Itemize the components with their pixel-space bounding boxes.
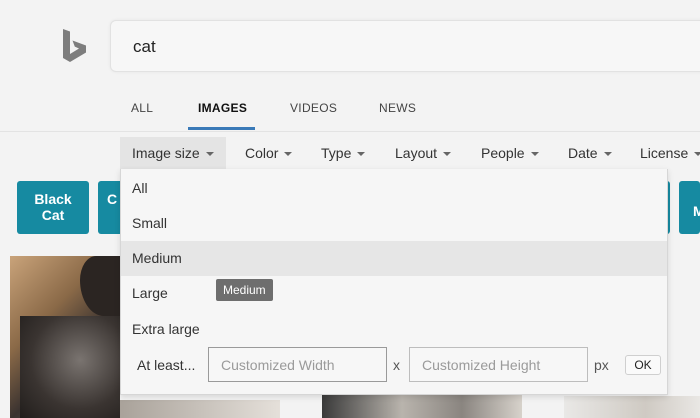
filter-label: Image size [132, 145, 200, 161]
size-option-small[interactable]: Small [121, 206, 667, 241]
related-tile-black-cat[interactable]: Black Cat [17, 181, 89, 234]
medium-tooltip: Medium [216, 279, 273, 301]
at-least-label: At least... [137, 357, 196, 373]
filter-label: License [640, 145, 689, 161]
size-option-all[interactable]: All [121, 171, 667, 206]
chevron-down-icon [603, 152, 612, 157]
tab-images[interactable]: IMAGES [198, 101, 247, 115]
tab-news[interactable]: NEWS [379, 101, 416, 115]
unit-label: px [594, 357, 609, 373]
cat-face-shape [20, 316, 120, 418]
search-query-text[interactable]: cat [133, 37, 156, 57]
image-result-thumbnail[interactable] [322, 394, 522, 418]
chevron-down-icon [694, 152, 700, 157]
custom-size-row: At least... x px OK [121, 345, 667, 383]
custom-width-input[interactable] [208, 347, 387, 382]
filter-date[interactable]: Date [568, 137, 612, 169]
filter-type[interactable]: Type [321, 137, 366, 169]
search-box[interactable]: cat [110, 20, 700, 72]
image-size-dropdown: All Small Medium Large Extra large Mediu… [120, 169, 668, 395]
filter-people[interactable]: People [481, 137, 539, 169]
filter-label: People [481, 145, 525, 161]
filter-image-size[interactable]: Image size [120, 137, 226, 169]
tile-line: Black [34, 191, 72, 207]
related-tile[interactable]: M [679, 181, 700, 234]
filter-label: Layout [395, 145, 438, 161]
ok-button[interactable]: OK [625, 355, 661, 375]
image-result-thumbnail[interactable] [564, 396, 700, 418]
size-option-medium[interactable]: Medium [121, 241, 667, 276]
filter-label: Date [568, 145, 598, 161]
cat-ear-shape [80, 256, 120, 316]
scope-tabs: ALL IMAGES VIDEOS NEWS [0, 95, 700, 131]
bing-logo-icon[interactable] [60, 28, 90, 64]
size-option-large[interactable]: Large [121, 276, 667, 311]
dimension-separator: x [393, 357, 400, 373]
filter-color[interactable]: Color [245, 137, 293, 169]
chevron-down-icon [443, 152, 452, 157]
active-tab-indicator [188, 127, 255, 130]
filter-license[interactable]: License [640, 137, 700, 169]
image-result-thumbnail[interactable] [120, 400, 280, 418]
image-result-thumbnail[interactable] [10, 256, 120, 418]
bing-image-search-page: cat ALL IMAGES VIDEOS NEWS Image size Co… [0, 0, 700, 418]
tile-line: M [693, 203, 700, 219]
filter-label: Color [245, 145, 279, 161]
size-option-extra-large[interactable]: Extra large [121, 312, 667, 347]
tile-line: Cat [41, 207, 65, 223]
filter-label: Type [321, 145, 352, 161]
tabs-divider [0, 131, 700, 132]
custom-height-input[interactable] [409, 347, 588, 382]
tab-videos[interactable]: VIDEOS [290, 101, 337, 115]
chevron-down-icon [530, 152, 539, 157]
filter-layout[interactable]: Layout [395, 137, 452, 169]
chevron-down-icon [205, 152, 214, 157]
chevron-down-icon [357, 152, 366, 157]
chevron-down-icon [284, 152, 293, 157]
tab-all[interactable]: ALL [131, 101, 153, 115]
